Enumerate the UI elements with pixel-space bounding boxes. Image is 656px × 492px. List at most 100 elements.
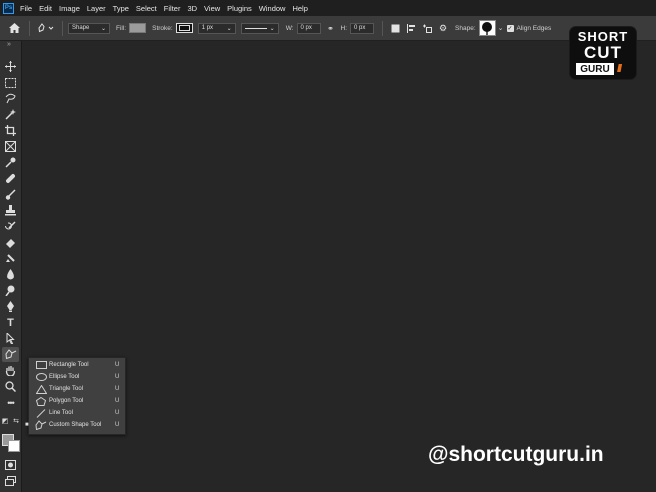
shortcutguru-logo: SHORT CUT GURU ///	[570, 27, 636, 79]
mode-value: Shape	[72, 25, 90, 31]
chevron-down-icon: ⌄	[100, 25, 106, 32]
blur-tool-icon[interactable]	[2, 267, 19, 282]
dodge-tool-icon[interactable]	[2, 283, 19, 298]
stroke-width-value: 1 px	[201, 25, 214, 31]
triangle-icon	[35, 384, 47, 394]
flyout-item-line[interactable]: Line Tool U	[29, 407, 125, 419]
history-brush-tool-icon[interactable]	[2, 219, 19, 234]
tool-preset-picker-icon[interactable]	[35, 23, 57, 33]
home-icon[interactable]	[4, 23, 24, 33]
height-label: H:	[340, 24, 348, 32]
flyout-shortcut: U	[115, 386, 120, 392]
logo-text-guru: GURU	[576, 63, 614, 75]
photoshop-logo-icon[interactable]: Ps	[3, 2, 14, 14]
gradient-tool-icon[interactable]	[2, 251, 19, 266]
quick-selection-tool-icon[interactable]	[2, 107, 19, 122]
menu-file[interactable]: File	[20, 4, 32, 13]
stroke-swatch[interactable]	[175, 23, 193, 33]
brush-tool-icon[interactable]	[2, 187, 19, 202]
chevron-down-icon[interactable]: ⌄	[498, 24, 504, 32]
custom-shape-picker[interactable]	[478, 20, 496, 36]
path-alignment-icon[interactable]	[404, 23, 418, 33]
eyedropper-tool-icon[interactable]	[2, 155, 19, 170]
options-bar: Shape ⌄ Fill: Stroke: 1 px ⌄ ⌄ W: 0 px ⚭…	[0, 16, 656, 41]
fill-swatch[interactable]	[129, 23, 147, 33]
width-label: W:	[285, 24, 294, 32]
flyout-item-ellipse[interactable]: Ellipse Tool U	[29, 371, 125, 383]
default-colors-icon[interactable]: ◩	[1, 417, 9, 425]
tree-shape-icon	[482, 22, 493, 35]
path-selection-tool-icon[interactable]	[2, 331, 19, 346]
menu-layer[interactable]: Layer	[87, 4, 106, 13]
rectangle-icon	[35, 360, 47, 370]
align-edges-checkbox[interactable]: ✓	[506, 24, 514, 32]
menu-plugins[interactable]: Plugins	[227, 4, 252, 13]
stroke-type-dropdown[interactable]: ⌄	[240, 22, 279, 34]
selected-bullet-icon: ■	[25, 422, 29, 428]
link-icon[interactable]: ⚭	[324, 24, 338, 33]
settings-gear-icon[interactable]: ⚙	[436, 23, 450, 34]
menu-window[interactable]: Window	[259, 4, 286, 13]
flyout-item-polygon[interactable]: Polygon Tool U	[29, 395, 125, 407]
flyout-shortcut: U	[115, 374, 120, 380]
align-edges-label: Align Edges	[516, 24, 552, 32]
more-tools-icon[interactable]: •••	[2, 395, 19, 410]
width-input[interactable]: 0 px	[296, 22, 321, 34]
menu-select[interactable]: Select	[136, 4, 157, 13]
hand-tool-icon[interactable]	[2, 363, 19, 378]
clone-stamp-tool-icon[interactable]	[2, 203, 19, 218]
tools-panel: » T ••• ◩ ⇆	[0, 41, 22, 492]
logo-text-cut: CUT	[584, 43, 622, 62]
menu-help[interactable]: Help	[292, 4, 307, 13]
path-operations-icon[interactable]	[388, 24, 402, 33]
flyout-shortcut: U	[115, 422, 120, 428]
lasso-tool-icon[interactable]	[2, 91, 19, 106]
menu-bar: Ps File Edit Image Layer Type Select Fil…	[0, 0, 656, 16]
custom-shape-tool-icon[interactable]	[2, 347, 19, 362]
mode-dropdown[interactable]: Shape ⌄	[68, 22, 110, 34]
flyout-label: Polygon Tool	[49, 398, 84, 404]
type-tool-icon[interactable]: T	[2, 315, 19, 330]
flyout-item-triangle[interactable]: Triangle Tool U	[29, 383, 125, 395]
watermark-handle: @shortcutguru.in	[428, 443, 604, 466]
zoom-tool-icon[interactable]	[2, 379, 19, 394]
stroke-label: Stroke:	[152, 24, 173, 32]
spot-healing-tool-icon[interactable]	[2, 171, 19, 186]
flyout-label: Line Tool	[49, 410, 73, 416]
marquee-tool-icon[interactable]	[2, 75, 19, 90]
background-color-swatch[interactable]	[8, 440, 20, 452]
eraser-tool-icon[interactable]	[2, 235, 19, 250]
shape-tools-flyout: Rectangle Tool U Ellipse Tool U Triangle…	[25, 357, 126, 435]
menu-image[interactable]: Image	[59, 4, 80, 13]
collapse-panel-icon[interactable]: »	[7, 41, 11, 48]
frame-tool-icon[interactable]	[2, 139, 19, 154]
flyout-item-custom-shape[interactable]: ■ Custom Shape Tool U	[25, 419, 125, 431]
screen-mode-icon[interactable]	[2, 473, 19, 488]
line-icon	[35, 408, 47, 418]
menu-type[interactable]: Type	[113, 4, 129, 13]
pen-tool-icon[interactable]	[2, 299, 19, 314]
polygon-icon	[35, 396, 47, 406]
swap-colors-icon[interactable]: ⇆	[12, 417, 20, 425]
move-tool-icon[interactable]	[2, 59, 19, 74]
flyout-label: Custom Shape Tool	[49, 422, 102, 428]
stroke-width-field[interactable]: 1 px ⌄	[197, 22, 236, 34]
height-input[interactable]: 0 px	[350, 22, 375, 34]
ellipse-icon	[35, 372, 47, 382]
separator	[62, 20, 63, 36]
menu-3d[interactable]: 3D	[187, 4, 197, 13]
menu-filter[interactable]: Filter	[164, 4, 181, 13]
menu-view[interactable]: View	[204, 4, 220, 13]
menu-edit[interactable]: Edit	[39, 4, 52, 13]
flyout-shortcut: U	[115, 362, 120, 368]
logo-stripes-icon: ///	[617, 63, 622, 75]
line-style-icon	[244, 27, 267, 29]
flyout-label: Rectangle Tool	[49, 362, 89, 368]
crop-tool-icon[interactable]	[2, 123, 19, 138]
flyout-item-rectangle[interactable]: Rectangle Tool U	[29, 359, 125, 371]
fill-label: Fill:	[116, 24, 127, 32]
path-arrangement-icon[interactable]	[420, 24, 434, 33]
separator	[382, 20, 384, 36]
shape-label: Shape:	[455, 24, 476, 32]
quick-mask-icon[interactable]	[2, 457, 19, 472]
